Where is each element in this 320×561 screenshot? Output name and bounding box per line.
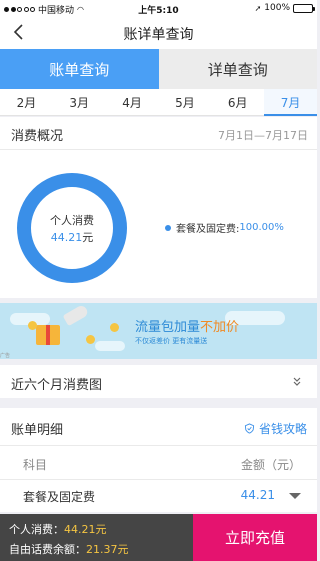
query-tabs: 账单查询 详单查询 — [0, 49, 317, 89]
coin-icon — [110, 323, 119, 332]
nav-bar: 账详单查询 — [0, 16, 317, 49]
tab-bill-query[interactable]: 账单查询 — [0, 49, 159, 89]
overview-date-range: 7月1日—7月17日 — [218, 129, 308, 142]
month-tab[interactable]: 2月 — [0, 89, 53, 115]
battery-icon — [293, 3, 315, 13]
battery-percent: 100% — [264, 3, 290, 13]
bill-detail-header: 账单明细 省钱攻略 — [0, 408, 317, 446]
bill-detail-title: 账单明细 — [11, 423, 64, 438]
legend-dot — [165, 224, 171, 231]
banner-headline: 流量包加量不加价 — [135, 316, 239, 335]
month-tabs: 2月 3月 4月 5月 6月 7月 — [0, 89, 317, 116]
legend-value: 100.00% — [239, 222, 284, 233]
overview-header: 消费概况 7月1日—7月17日 — [0, 117, 317, 150]
col-item-header: 科目 — [23, 458, 48, 472]
donut-center-amount: 44.21元 — [16, 229, 128, 245]
personal-spending-value: 44.21元 — [64, 523, 107, 536]
personal-spending: 个人消费：44.21元 — [9, 521, 193, 537]
row-amount: 44.21 — [240, 488, 275, 502]
cloud-shape — [95, 341, 125, 351]
overview-panel: 个人消费 44.21元 套餐及固定费: 100.00% — [0, 150, 317, 298]
status-bar: 中国移动 ◠ 上午5:10 ➚ 100% — [0, 0, 317, 16]
overview-title: 消费概况 — [11, 129, 64, 144]
spending-donut-chart: 个人消费 44.21元 — [16, 172, 128, 284]
table-row[interactable]: 套餐及固定费 44.21 — [0, 480, 317, 512]
bottom-summary: 个人消费：44.21元 自由话费余额：21.37元 — [0, 514, 193, 561]
bottom-bar: 个人消费：44.21元 自由话费余额：21.37元 立即充值 — [0, 514, 317, 561]
double-chevron-down-icon — [293, 377, 301, 386]
caret-down-icon — [289, 493, 301, 499]
month-tab-selected[interactable]: 7月 — [264, 89, 317, 116]
amount-unit: 元 — [82, 231, 94, 244]
six-month-title: 近六个月消费图 — [11, 378, 103, 393]
month-tab[interactable]: 5月 — [158, 89, 211, 115]
recharge-button[interactable]: 立即充值 — [193, 514, 317, 561]
location-icon: ➚ — [254, 3, 262, 13]
status-right: ➚ 100% — [254, 3, 315, 13]
coin-icon — [28, 321, 37, 330]
tab-detail-query[interactable]: 详单查询 — [158, 49, 317, 89]
month-tab[interactable]: 3月 — [53, 89, 106, 115]
col-amount-header: 金额（元） — [240, 458, 301, 472]
donut-ring — [17, 173, 127, 283]
banner-headline-main: 流量包加量 — [135, 320, 201, 335]
six-month-chart-toggle[interactable]: 近六个月消费图 — [0, 365, 317, 398]
month-tab[interactable]: 4月 — [106, 89, 159, 115]
donut-center-label: 个人消费 — [50, 214, 94, 227]
chart-legend: 套餐及固定费: 100.00% — [165, 220, 284, 235]
ad-tag: 广告 — [0, 353, 11, 359]
money-saving-tips-label: 省钱攻略 — [258, 422, 307, 436]
money-saving-tips-link[interactable]: 省钱攻略 — [244, 420, 307, 437]
month-tab[interactable]: 6月 — [211, 89, 264, 115]
free-balance: 自由话费余额：21.37元 — [9, 541, 193, 557]
free-balance-value: 21.37元 — [86, 543, 129, 556]
coin-icon — [86, 335, 95, 344]
free-balance-label: 自由话费余额： — [9, 543, 86, 556]
amount-value: 44.21 — [50, 231, 83, 244]
shield-check-icon — [244, 423, 255, 434]
bill-table-header: 科目 金额（元） — [0, 446, 317, 480]
personal-spending-label: 个人消费： — [9, 523, 64, 536]
rocket-icon — [62, 303, 90, 327]
page-title: 账详单查询 — [123, 27, 194, 43]
banner-headline-highlight: 不加价 — [200, 320, 240, 335]
legend-label: 套餐及固定费: — [176, 224, 240, 235]
banner-subtext: 不仅返差价 更有流量送 — [135, 337, 208, 345]
row-item: 套餐及固定费 — [23, 490, 96, 504]
promo-banner[interactable]: 流量包加量不加价 不仅返差价 更有流量送 广告 — [0, 303, 317, 359]
gift-icon — [36, 325, 60, 345]
